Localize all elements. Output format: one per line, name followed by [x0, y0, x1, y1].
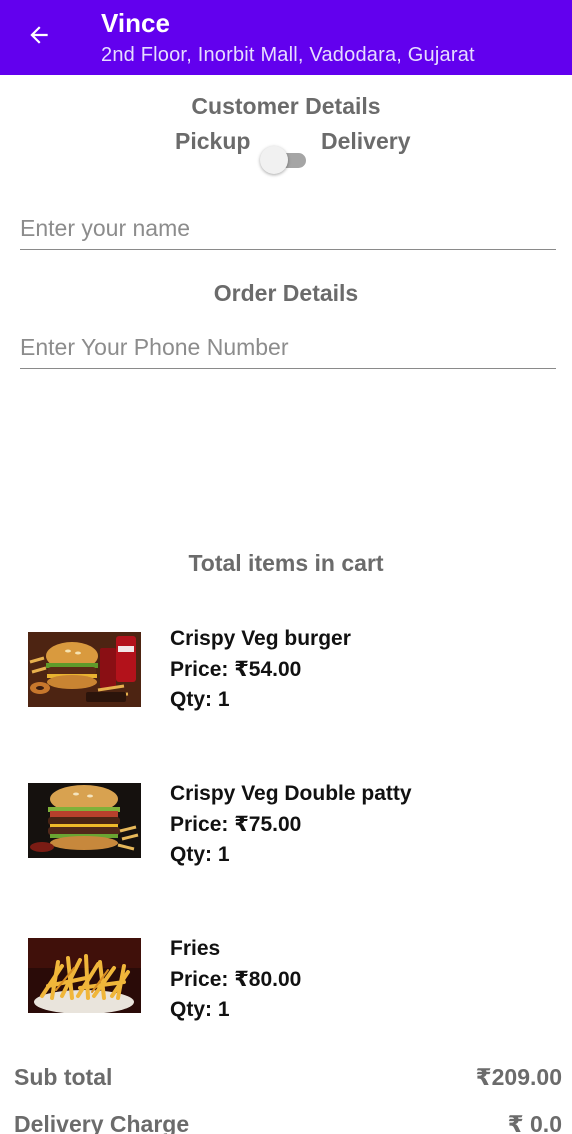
cart-item-text: Fries Price: ₹80.00 Qty: 1 [170, 934, 301, 1026]
cart-item: Crispy Veg burger Price: ₹54.00 Qty: 1 [0, 624, 572, 724]
phone-input[interactable] [20, 327, 556, 369]
item-qty: Qty: 1 [170, 688, 230, 711]
name-input[interactable] [20, 208, 556, 250]
delivery-charge-value: ₹ 0.0 [507, 1111, 562, 1134]
item-price: Price: ₹54.00 [170, 657, 302, 681]
order-details-heading: Order Details [213, 280, 359, 306]
switch-thumb [260, 146, 288, 174]
item-name: Crispy Veg Double patty [170, 782, 412, 805]
item-price: Price: ₹80.00 [170, 967, 302, 991]
subtotal-value: ₹209.00 [475, 1064, 562, 1090]
cart-item: Fries Price: ₹80.00 Qty: 1 [0, 934, 572, 1034]
french-fries-bowl-image [28, 938, 141, 1013]
burger-with-fries-and-cola-image [28, 632, 141, 707]
store-address: 2nd Floor, Inorbit Mall, Vadodara, Gujar… [101, 44, 475, 66]
double-patty-burger-image [28, 783, 141, 858]
app-bar: Vince 2nd Floor, Inorbit Mall, Vadodara,… [0, 0, 572, 75]
delivery-charge-label: Delivery Charge [14, 1111, 190, 1134]
delivery-charge-row: Delivery Charge ₹ 0.0 [14, 1111, 562, 1134]
cart-item-text: Crispy Veg Double patty Price: ₹75.00 Qt… [170, 779, 412, 871]
item-name: Fries [170, 937, 221, 960]
item-name: Crispy Veg burger [170, 627, 351, 650]
back-button[interactable] [22, 20, 56, 54]
item-qty: Qty: 1 [170, 843, 230, 866]
item-price: Price: ₹75.00 [170, 812, 302, 836]
pickup-label: Pickup [175, 128, 251, 154]
item-qty: Qty: 1 [170, 998, 230, 1021]
delivery-label: Delivery [321, 128, 411, 154]
arrow-left-icon [26, 22, 52, 53]
customer-details-heading: Customer Details [191, 93, 381, 119]
cart-heading: Total items in cart [188, 550, 384, 576]
cart-item-text: Crispy Veg burger Price: ₹54.00 Qty: 1 [170, 624, 351, 716]
pickup-delivery-switch[interactable] [260, 145, 308, 175]
store-name: Vince [101, 8, 170, 38]
subtotal-row: Sub total ₹209.00 [14, 1064, 562, 1098]
subtotal-label: Sub total [14, 1064, 113, 1090]
cart-item: Crispy Veg Double patty Price: ₹75.00 Qt… [0, 779, 572, 879]
